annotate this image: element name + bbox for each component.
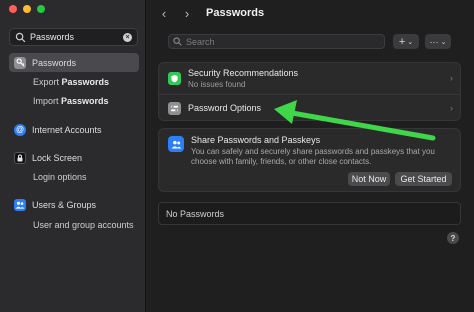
at-icon: @	[14, 123, 26, 136]
import-passwords-link[interactable]: Import Passwords	[33, 96, 109, 106]
lock-screen-icon	[14, 151, 26, 164]
shield-check-icon	[168, 71, 181, 85]
more-options-button[interactable]: ··· ⌄	[425, 34, 451, 49]
sidebar-item-passwords[interactable]: Passwords	[9, 53, 139, 72]
share-passwords-card: Share Passwords and Passkeys You can saf…	[158, 128, 461, 192]
key-icon	[14, 56, 26, 69]
users-icon	[14, 198, 26, 211]
search-icon	[173, 37, 182, 46]
plus-icon: +	[398, 35, 406, 48]
forward-chevron-icon[interactable]: ›	[178, 4, 196, 22]
password-options-row[interactable]: Password Options ›	[159, 95, 460, 121]
password-options-label: Password Options	[188, 103, 262, 113]
share-title: Share Passwords and Passkeys	[191, 135, 321, 145]
export-prefix: Export	[33, 77, 62, 87]
export-passwords-link[interactable]: Export Passwords	[33, 77, 109, 87]
user-group-accounts-link[interactable]: User and group accounts	[33, 220, 134, 230]
window-controls	[9, 5, 45, 13]
settings-card: Security Recommendations No issues found…	[158, 62, 461, 121]
chevron-right-icon: ›	[450, 103, 453, 113]
options-sliders-icon	[168, 101, 181, 115]
clear-search-icon[interactable]: ×	[123, 32, 132, 42]
security-subtitle: No issues found	[188, 79, 246, 89]
chevron-down-icon: ⌄	[440, 38, 447, 46]
sidebar-item-internet-accounts[interactable]: @ Internet Accounts	[9, 120, 139, 139]
close-window-button[interactable]	[9, 5, 17, 13]
minimize-window-button[interactable]	[23, 5, 31, 13]
sidebar-search-field[interactable]: Passwords ×	[9, 28, 138, 46]
system-settings-window: Passwords × Passwords Export Passwords I…	[0, 0, 474, 312]
toolbar: ‹ › Passwords	[147, 0, 474, 26]
search-icon	[15, 32, 26, 42]
add-password-button[interactable]: + ⌄	[393, 34, 419, 49]
import-prefix: Import	[33, 96, 62, 106]
sidebar-item-label: Lock Screen	[32, 152, 83, 163]
help-button[interactable]: ?	[447, 232, 459, 244]
chevron-down-icon: ⌄	[407, 38, 414, 46]
share-description: You can safely and securely share passwo…	[191, 147, 435, 166]
import-bold: Passwords	[61, 96, 109, 106]
back-chevron-icon[interactable]: ‹	[155, 4, 173, 22]
empty-state: No Passwords	[158, 202, 461, 225]
sidebar-item-label: Users & Groups	[32, 199, 97, 210]
not-now-button[interactable]: Not Now	[348, 172, 390, 186]
main-pane: ‹ › Passwords Search + ⌄ ··· ⌄ Security …	[147, 0, 474, 312]
chevron-right-icon: ›	[450, 73, 453, 83]
export-bold: Passwords	[61, 77, 110, 87]
login-options-link[interactable]: Login options	[33, 172, 87, 182]
password-search-field[interactable]: Search	[168, 34, 385, 49]
sidebar-item-label: Internet Accounts	[32, 124, 102, 135]
sidebar-search-value: Passwords	[30, 32, 75, 42]
get-started-button[interactable]: Get Started	[395, 172, 452, 186]
security-title: Security Recommendations	[188, 67, 299, 78]
ellipsis-icon: ···	[429, 36, 439, 47]
security-text: Security Recommendations No issues found	[188, 68, 298, 89]
sidebar-item-lock-screen[interactable]: Lock Screen	[9, 148, 139, 167]
security-recommendations-row[interactable]: Security Recommendations No issues found…	[159, 64, 460, 92]
zoom-window-button[interactable]	[37, 5, 45, 13]
sidebar-item-label: Passwords	[32, 57, 77, 68]
page-title: Passwords	[206, 7, 265, 19]
share-people-icon	[168, 136, 184, 152]
search-placeholder: Search	[186, 36, 215, 47]
sidebar-item-users-groups[interactable]: Users & Groups	[9, 195, 139, 214]
sidebar: Passwords × Passwords Export Passwords I…	[0, 0, 146, 312]
